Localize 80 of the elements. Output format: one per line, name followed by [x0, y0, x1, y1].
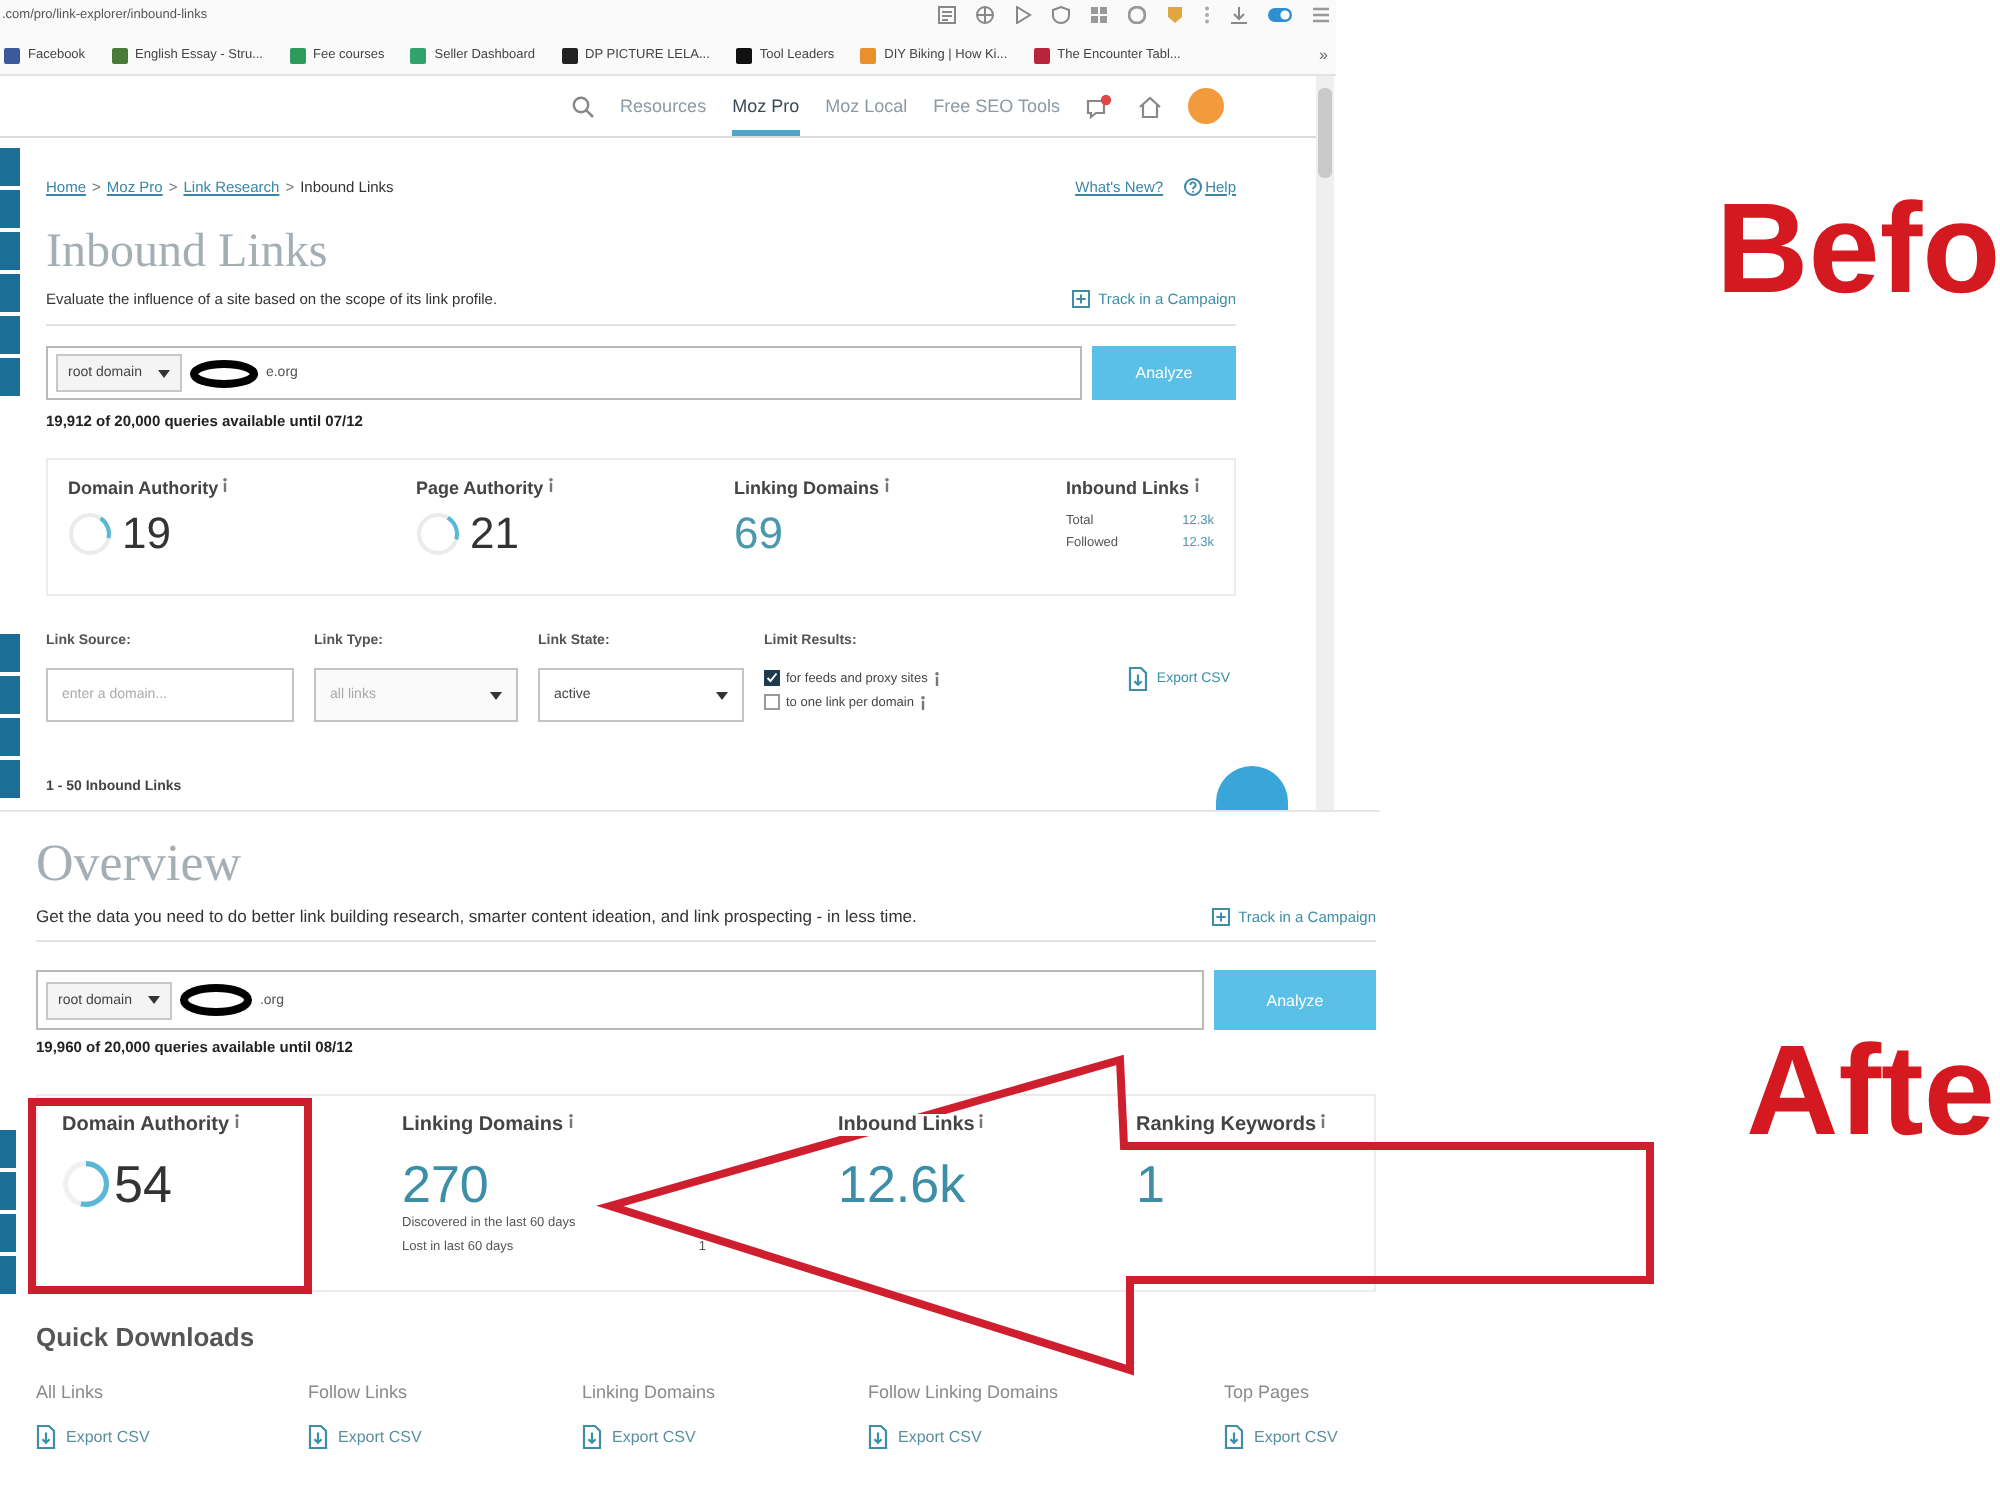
metric-label: Inbound Links: [838, 1114, 975, 1136]
search-icon[interactable]: [572, 95, 595, 117]
metric-label: Domain Authority: [62, 1114, 230, 1136]
info-icon: [1193, 478, 1199, 492]
metric-value: 270: [402, 1156, 489, 1212]
avatar-icon[interactable]: [1188, 88, 1224, 124]
help-icon: [1183, 177, 1202, 195]
caret-icon: [157, 369, 170, 377]
download-label: Follow Linking Domains: [868, 1382, 1061, 1406]
metric-label: Page Authority: [416, 478, 544, 498]
metric-value: 1: [1136, 1156, 1165, 1212]
info-icon: [1320, 1114, 1327, 1128]
metric-value: 54: [114, 1156, 172, 1212]
nav-tab[interactable]: Resources: [620, 76, 707, 136]
metric-label: Ranking Keywords: [1136, 1114, 1317, 1136]
export-file-icon: [1128, 665, 1149, 691]
crosshair-icon[interactable]: [976, 5, 994, 23]
badge-icon[interactable]: [1166, 5, 1184, 23]
export-csv-link[interactable]: Export CSV: [308, 1424, 422, 1450]
export-file-icon: [308, 1424, 328, 1450]
before-caption: Befo: [1716, 184, 2000, 312]
export-csv-link[interactable]: Export CSV: [868, 1424, 982, 1450]
shield-icon[interactable]: [1052, 5, 1070, 23]
download-label: Top Pages: [1224, 1382, 1312, 1406]
nav-tab[interactable]: Moz Pro: [732, 76, 800, 136]
export-file-icon: [868, 1424, 888, 1450]
info-icon: [883, 478, 890, 492]
info-icon: [933, 671, 940, 685]
redaction-oval-icon: [179, 984, 252, 1016]
checkbox[interactable]: [764, 670, 780, 686]
export-csv-link[interactable]: Export CSV: [582, 1424, 696, 1450]
download-label: Linking Domains: [582, 1382, 718, 1406]
metric-label: Inbound Links: [1066, 478, 1189, 498]
export-csv-link[interactable]: Export CSV: [1224, 1424, 1338, 1450]
metric-label: Linking Domains: [402, 1114, 564, 1136]
reader-icon[interactable]: [938, 5, 956, 23]
menu-icon[interactable]: [1312, 5, 1330, 23]
page-title: Inbound Links: [46, 224, 330, 280]
more-bookmarks-button[interactable]: »: [1319, 46, 1328, 64]
metric-value: 69: [734, 510, 783, 558]
grid-icon[interactable]: [1090, 5, 1108, 23]
dots-icon[interactable]: [1204, 5, 1210, 23]
scrollbar-thumb[interactable]: [1318, 88, 1332, 178]
export-file-icon: [582, 1424, 602, 1450]
page-title: Overview: [36, 836, 244, 892]
caret-icon: [716, 691, 728, 699]
after-caption: Afte: [1746, 1026, 1995, 1154]
export-file-icon: [1224, 1424, 1244, 1450]
info-icon: [222, 478, 229, 492]
info-icon: [919, 695, 926, 709]
toggle-icon[interactable]: [1268, 7, 1292, 21]
play-icon[interactable]: [1014, 5, 1032, 23]
page-description: Get the data you need to do better link building research, smarter content ideation, and link prospecting - in less time.: [36, 906, 917, 926]
plus-box-icon: [1212, 907, 1231, 925]
redaction-oval-icon: [189, 359, 258, 387]
section-heading: Quick Downloads: [36, 1322, 257, 1352]
metric-label: Domain Authority: [68, 478, 219, 498]
info-icon: [978, 1114, 985, 1128]
metric-value: 19: [122, 510, 171, 558]
caret-icon: [147, 996, 160, 1004]
scrollbar-track[interactable]: [1316, 76, 1334, 810]
download-icon[interactable]: [1230, 5, 1248, 23]
chat-icon[interactable]: [1086, 93, 1112, 119]
metric-value: 12.6k: [838, 1156, 966, 1212]
export-file-icon: [36, 1424, 56, 1450]
metric-value: 21: [470, 510, 519, 558]
download-label: All Links: [36, 1382, 106, 1406]
home-icon[interactable]: [1138, 95, 1162, 117]
nav-tab[interactable]: Free SEO Tools: [933, 76, 1060, 136]
caret-icon: [490, 691, 502, 699]
plus-box-icon: [1072, 289, 1091, 307]
download-label: Follow Links: [308, 1382, 410, 1406]
nav-tab[interactable]: Moz Local: [825, 76, 908, 136]
chat-button[interactable]: [1216, 766, 1288, 810]
checkbox[interactable]: [764, 694, 780, 710]
info-icon: [567, 1114, 574, 1128]
export-csv-link[interactable]: Export CSV: [36, 1424, 150, 1450]
info-icon: [233, 1114, 240, 1128]
info-icon: [547, 478, 554, 492]
metric-label: Linking Domains: [734, 478, 880, 498]
